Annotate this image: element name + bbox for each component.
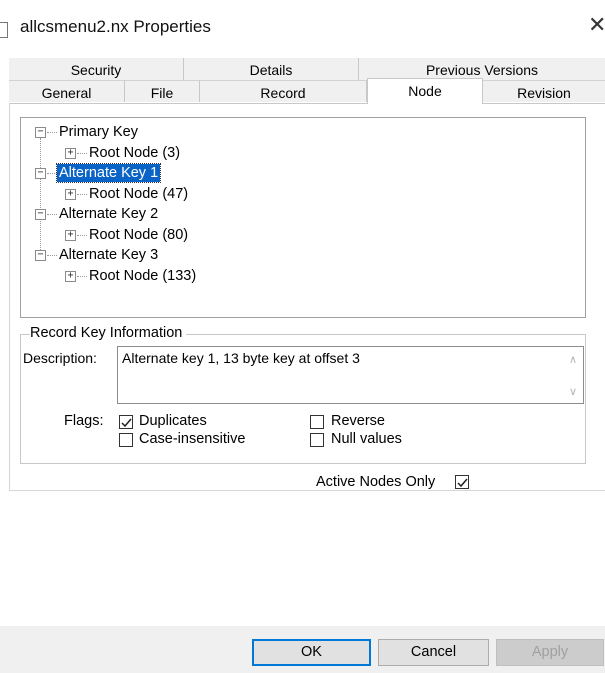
tab-panel-border-bottom: [9, 490, 605, 491]
title-bar: allcsmenu2.nx Properties ✕: [0, 0, 605, 56]
tree-connector: [47, 132, 57, 133]
tab-previous-versions[interactable]: Previous Versions: [359, 58, 605, 80]
group-title: Record Key Information: [30, 325, 187, 341]
case-insensitive-checkbox[interactable]: [119, 433, 133, 447]
cancel-button[interactable]: Cancel: [378, 639, 489, 666]
collapse-icon[interactable]: −: [35, 168, 46, 179]
collapse-icon[interactable]: −: [35, 127, 46, 138]
tree-connector: [47, 214, 57, 215]
active-nodes-only-label: Active Nodes Only: [316, 474, 436, 490]
tree-connector: [40, 138, 41, 260]
apply-button[interactable]: Apply: [496, 639, 604, 666]
duplicates-checkbox[interactable]: [119, 415, 133, 429]
reverse-checkbox[interactable]: [310, 415, 324, 429]
tab-general[interactable]: General: [9, 80, 125, 102]
tree-connector: [77, 235, 87, 236]
active-nodes-only-checkbox[interactable]: [455, 475, 469, 489]
tab-revision[interactable]: Revision: [483, 80, 605, 102]
tree-item-root-node[interactable]: Root Node (133): [89, 267, 196, 285]
tab-panel-border-left: [9, 103, 10, 491]
scroll-down-icon[interactable]: ∨: [569, 385, 577, 398]
tree-item-root-node[interactable]: Root Node (47): [89, 185, 188, 203]
description-label: Description:: [23, 350, 97, 366]
tree-item-alternate-key-2[interactable]: Alternate Key 2: [59, 205, 158, 223]
collapse-icon[interactable]: −: [35, 209, 46, 220]
description-value: Alternate key 1, 13 byte key at offset 3: [122, 350, 360, 366]
tree-item-root-node[interactable]: Root Node (3): [89, 144, 180, 162]
expand-icon[interactable]: +: [65, 271, 76, 282]
tree-item-alternate-key-3[interactable]: Alternate Key 3: [59, 246, 158, 264]
tree-item-root-node[interactable]: Root Node (80): [89, 226, 188, 244]
collapse-icon[interactable]: −: [35, 250, 46, 261]
tree-connector: [77, 276, 87, 277]
tab-node[interactable]: Node: [367, 78, 483, 104]
description-field[interactable]: Alternate key 1, 13 byte key at offset 3…: [117, 346, 584, 404]
tree-connector: [77, 153, 87, 154]
flags-label: Flags:: [64, 413, 104, 429]
expand-icon[interactable]: +: [65, 148, 76, 159]
tree-connector: [47, 255, 57, 256]
duplicates-label: Duplicates: [139, 413, 207, 429]
tree-item-primary-key[interactable]: Primary Key: [59, 123, 138, 141]
ok-button[interactable]: OK: [252, 639, 371, 666]
check-icon: [121, 418, 132, 428]
tab-record[interactable]: Record: [200, 80, 367, 102]
null-values-label: Null values: [331, 431, 402, 447]
tab-panel-border: [9, 103, 605, 104]
expand-icon[interactable]: +: [65, 189, 76, 200]
scroll-up-icon[interactable]: ∧: [569, 353, 577, 366]
expand-icon[interactable]: +: [65, 230, 76, 241]
check-icon: [457, 478, 468, 488]
tab-file[interactable]: File: [125, 80, 200, 102]
window-title: allcsmenu2.nx Properties: [20, 17, 211, 36]
tree-connector: [77, 194, 87, 195]
tree-connector: [47, 173, 57, 174]
close-icon[interactable]: ✕: [588, 14, 605, 36]
reverse-label: Reverse: [331, 413, 385, 429]
tab-details[interactable]: Details: [184, 58, 359, 80]
key-tree-view[interactable]: − Primary Key + Root Node (3) − Alternat…: [20, 117, 586, 318]
file-icon: [0, 22, 8, 38]
case-insensitive-label: Case-insensitive: [139, 431, 246, 447]
null-values-checkbox[interactable]: [310, 433, 324, 447]
tree-item-alternate-key-1[interactable]: Alternate Key 1: [55, 163, 162, 183]
tab-security[interactable]: Security: [9, 58, 184, 80]
